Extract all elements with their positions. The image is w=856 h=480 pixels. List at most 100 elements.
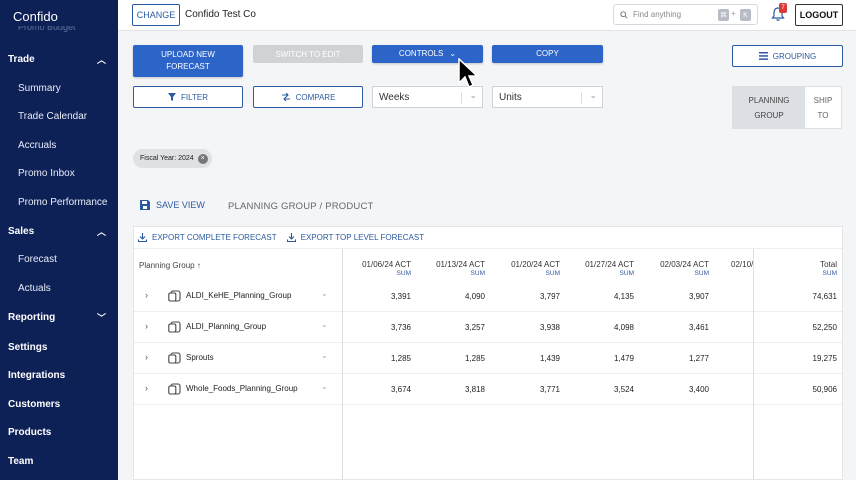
table-cell[interactable]: 3,391 (351, 292, 411, 301)
chevron-right-icon[interactable]: › (145, 383, 148, 393)
planning-group-icon (168, 383, 181, 395)
close-icon[interactable]: × (197, 153, 208, 164)
search-icon (620, 10, 628, 19)
table-cell[interactable]: 1,285 (425, 354, 485, 363)
table-cell-total[interactable]: 50,906 (777, 385, 837, 394)
top-header: CHANGE Confido Test Co Find anything ⌘ +… (118, 0, 856, 31)
table-cell[interactable]: 4,135 (574, 292, 634, 301)
column-header[interactable]: 02/10/ (731, 260, 753, 269)
table-row[interactable]: › ALDI_Planning_Group ⌄ 3,736 3,257 3,93… (134, 312, 842, 343)
column-header-label: 01/06/24 ACT (362, 260, 411, 269)
sidebar-section-sales[interactable]: Sales ︿ (0, 221, 118, 241)
export-top-button[interactable]: EXPORT TOP LEVEL FORECAST (286, 233, 424, 242)
column-header-planning-group[interactable]: Planning Group ↑ (139, 261, 201, 270)
toggle-label: PLANNING GROUP (748, 95, 790, 120)
sidebar-item-team[interactable]: Team (0, 451, 118, 471)
sidebar-item-promo-performance[interactable]: Promo Performance (18, 194, 107, 210)
sidebar-item-products[interactable]: Products (0, 422, 118, 442)
sidebar-item-trade-calendar[interactable]: Trade Calendar (18, 108, 87, 124)
sidebar-item-integrations[interactable]: Integrations (0, 365, 118, 385)
change-company-button[interactable]: CHANGE (132, 4, 180, 26)
table-cell-total[interactable]: 19,275 (777, 354, 837, 363)
logout-button[interactable]: LOGOUT (795, 4, 843, 26)
column-header-label: 01/27/24 ACT (585, 260, 634, 269)
sidebar-item-forecast[interactable]: Forecast (18, 251, 57, 267)
table-cell[interactable]: 4,090 (425, 292, 485, 301)
table-cell[interactable]: 3,257 (425, 323, 485, 332)
save-view-button[interactable]: SAVE VIEW (140, 200, 205, 210)
column-header-agg: SUM (619, 270, 634, 277)
compare-button[interactable]: COMPARE (253, 86, 363, 108)
sidebar-item-customers[interactable]: Customers (0, 394, 118, 414)
table-row[interactable]: › Whole_Foods_Planning_Group ⌄ 3,674 3,8… (134, 374, 842, 405)
planning-group-icon (168, 352, 181, 364)
column-header[interactable]: 01/27/24 ACT SUM (564, 260, 634, 278)
sidebar-section-label: Trade (8, 53, 35, 65)
upload-forecast-button[interactable]: UPLOAD NEW FORECAST (133, 45, 243, 77)
chevron-right-icon[interactable]: › (145, 352, 148, 362)
table-cell[interactable]: 3,771 (500, 385, 560, 394)
total-column-divider (753, 249, 754, 479)
table-row[interactable]: › Sprouts ⌄ 1,285 1,285 1,439 1,479 1,27… (134, 343, 842, 374)
column-header[interactable]: 01/13/24 ACT SUM (415, 260, 485, 278)
toggle-planning-group[interactable]: PLANNING GROUP (733, 87, 805, 128)
chevron-right-icon[interactable]: › (145, 290, 148, 300)
sidebar-section-trade[interactable]: Trade ︿ (0, 49, 118, 69)
sidebar-item-settings[interactable]: Settings (0, 337, 118, 357)
chevron-down-icon[interactable]: ⌄ (321, 320, 328, 329)
chevron-down-icon: ⌄ (469, 90, 477, 100)
table-cell[interactable]: 1,277 (649, 354, 709, 363)
table-cell[interactable]: 3,938 (500, 323, 560, 332)
table-cell[interactable]: 3,674 (351, 385, 411, 394)
chevron-down-icon[interactable]: ⌄ (321, 382, 328, 391)
chevron-down-icon[interactable]: ⌄ (321, 351, 328, 360)
table-cell[interactable]: 3,818 (425, 385, 485, 394)
table-cell-total[interactable]: 52,250 (777, 323, 837, 332)
table-cell[interactable]: 3,736 (351, 323, 411, 332)
sidebar-item-accruals[interactable]: Accruals (18, 137, 56, 153)
column-header[interactable]: 01/20/24 ACT SUM (490, 260, 560, 278)
export-complete-button[interactable]: EXPORT COMPLETE FORECAST (138, 233, 277, 242)
table-cell[interactable]: 1,479 (574, 354, 634, 363)
grouping-button[interactable]: GROUPING (732, 45, 843, 67)
toggle-label: SHIP TO (813, 95, 833, 120)
chevron-down-icon: ⌄ (449, 49, 457, 58)
table-cell[interactable]: 3,907 (649, 292, 709, 301)
table-cell-total[interactable]: 74,631 (777, 292, 837, 301)
table-cell[interactable]: 3,524 (574, 385, 634, 394)
filter-button[interactable]: FILTER (133, 86, 243, 108)
toggle-ship-to[interactable]: SHIP TO (805, 87, 841, 128)
column-header[interactable]: 01/06/24 ACT SUM (341, 260, 411, 278)
copy-button[interactable]: COPY (492, 45, 603, 63)
column-header-agg: SUM (694, 270, 709, 277)
search-input[interactable]: Find anything ⌘ + K (613, 4, 758, 25)
table-cell[interactable]: 4,098 (574, 323, 634, 332)
sidebar-item-actuals[interactable]: Actuals (18, 280, 51, 296)
table-cell[interactable]: 3,797 (500, 292, 560, 301)
column-header-label: 01/13/24 ACT (436, 260, 485, 269)
column-header-label: Total (820, 260, 837, 269)
filter-chip-label: Fiscal Year: 2024 (140, 155, 194, 162)
chevron-right-icon[interactable]: › (145, 321, 148, 331)
shortcut-plus: + (731, 9, 736, 18)
table-cell[interactable]: 1,439 (500, 354, 560, 363)
chevron-down-icon[interactable]: ⌄ (321, 289, 328, 298)
column-header[interactable]: 02/03/24 ACT SUM (639, 260, 709, 278)
table-cell[interactable]: 3,400 (649, 385, 709, 394)
grouping-toggle: PLANNING GROUP SHIP TO (732, 86, 842, 129)
unit-select[interactable]: Units ⌄ (492, 86, 603, 108)
sidebar-section-reporting[interactable]: Reporting ﹀ (0, 307, 118, 327)
compare-icon (281, 93, 290, 101)
planning-group-name: Whole_Foods_Planning_Group (186, 384, 298, 393)
save-view-label: SAVE VIEW (156, 200, 205, 210)
sidebar-item-summary[interactable]: Summary (18, 80, 61, 96)
sidebar-item-promo-inbox[interactable]: Promo Inbox (18, 165, 75, 181)
chevron-up-icon: ︿ (96, 54, 106, 65)
switch-to-edit-button[interactable]: SWITCH TO EDIT (253, 45, 363, 63)
notification-badge: 7 (779, 3, 787, 13)
table-cell[interactable]: 3,461 (649, 323, 709, 332)
table-row[interactable]: › ALDI_KeHE_Planning_Group ⌄ 3,391 4,090… (134, 281, 842, 312)
sidebar-item-cut[interactable]: Promo Budget (18, 26, 76, 32)
column-header-total[interactable]: Total SUM (767, 260, 837, 278)
table-cell[interactable]: 1,285 (351, 354, 411, 363)
